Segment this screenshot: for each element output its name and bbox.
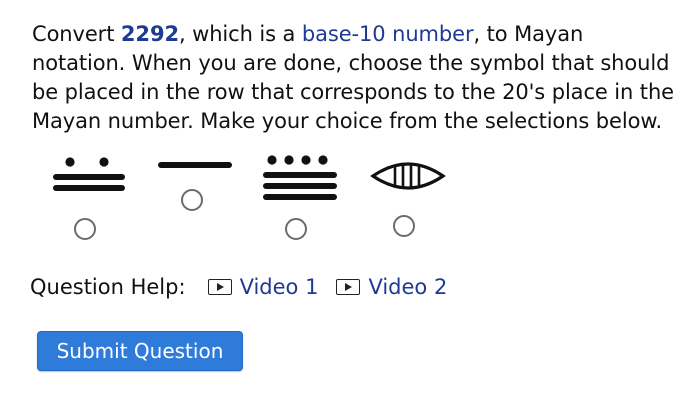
- mayan-bar: [263, 183, 337, 189]
- mayan-symbol-four-dots-three-bars: [263, 155, 337, 200]
- video-1-label: Video 1: [239, 275, 319, 299]
- mayan-bar: [263, 172, 337, 178]
- base-10-link[interactable]: base-10 number: [302, 22, 474, 46]
- prompt-instructions: When you are done, choose the symbol tha…: [32, 51, 674, 133]
- choice-radio-2[interactable]: [181, 189, 203, 211]
- mayan-dot: [65, 157, 75, 167]
- mayan-dot: [267, 155, 277, 165]
- mayan-dot: [318, 155, 328, 165]
- mayan-bar: [53, 174, 125, 180]
- mayan-shell-zero-icon: [370, 162, 446, 190]
- number-to-convert: 2292: [120, 22, 179, 46]
- mayan-bar: [53, 185, 125, 191]
- video-play-icon: [336, 279, 361, 295]
- mayan-bar: [158, 162, 232, 168]
- mayan-dot: [284, 155, 294, 165]
- choice-radio-1[interactable]: [74, 218, 96, 240]
- choice-radio-3[interactable]: [285, 218, 307, 240]
- video-2-link[interactable]: Video 2: [336, 275, 447, 299]
- mayan-dot: [301, 155, 311, 165]
- prompt-text-which: , which is a: [178, 22, 302, 46]
- question-help: Question Help: Video 1 Video 2: [30, 275, 465, 299]
- mayan-dot: [99, 157, 109, 167]
- video-1-link[interactable]: Video 1: [207, 275, 319, 299]
- question-prompt: Convert 2292, which is a base-10 number,…: [32, 20, 682, 136]
- mayan-bar: [263, 194, 337, 200]
- submit-question-button[interactable]: Submit Question: [37, 331, 243, 371]
- video-2-label: Video 2: [368, 275, 448, 299]
- mayan-symbol-two-dots-two-bars: [53, 157, 125, 191]
- choice-radio-4[interactable]: [393, 215, 415, 237]
- question-help-label: Question Help:: [30, 275, 186, 299]
- prompt-text-convert: Convert: [32, 22, 121, 46]
- video-play-icon: [207, 279, 232, 295]
- mayan-symbol-one-bar: [158, 162, 232, 168]
